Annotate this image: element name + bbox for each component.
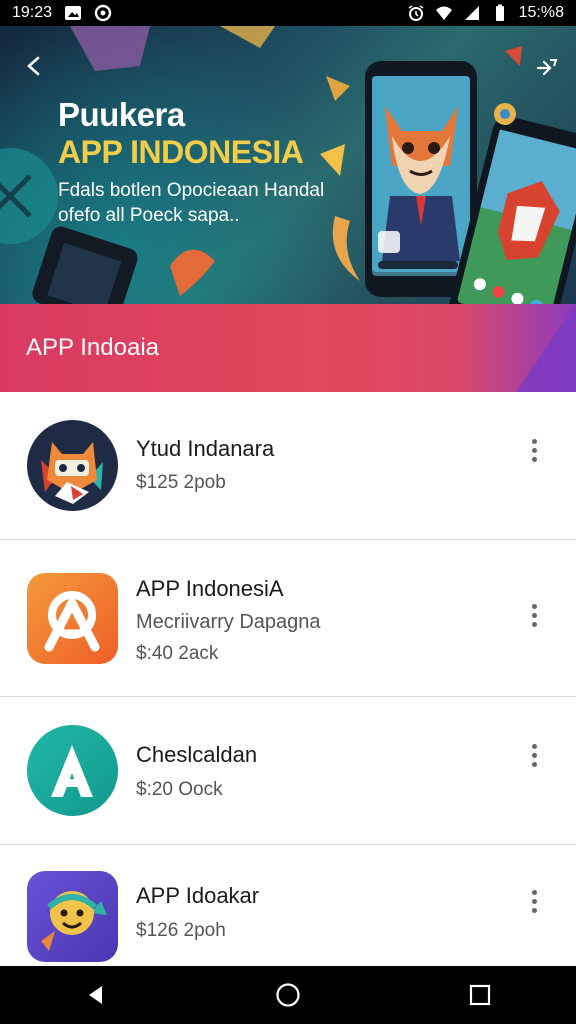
app-price: $126 2poh — [136, 920, 226, 941]
banner-subtitle: Fdals botlen Opocieaan Handal ofefo all … — [58, 180, 325, 226]
status-time-left: 19:23 — [12, 4, 53, 21]
section-header: APP Indoaia — [0, 304, 576, 392]
battery-icon — [491, 4, 509, 22]
more-vert-icon — [531, 603, 537, 609]
more-vert-icon — [531, 438, 537, 444]
app-name: APP Idoakar — [136, 883, 260, 908]
signal-icon — [463, 4, 481, 22]
share-icon — [536, 59, 558, 76]
smiley-app-icon[interactable] — [27, 871, 118, 962]
more-options-button[interactable] — [522, 881, 546, 921]
list-item[interactable]: APP IndonesiA Mecriivarry Dapagna $:40 2… — [0, 540, 576, 697]
a-letter-teal-icon[interactable] — [27, 725, 118, 816]
banner-title: Puukera — [58, 96, 185, 133]
wifi-icon — [435, 4, 453, 22]
back-button[interactable] — [18, 50, 50, 82]
alarm-icon — [407, 4, 425, 22]
navigation-bar — [0, 966, 576, 1024]
image-notification-icon — [64, 4, 82, 22]
more-vert-icon — [531, 743, 537, 749]
list-item[interactable]: Cheslcaldan $:20 Oock — [0, 697, 576, 845]
app-name: APP IndonesiA — [136, 576, 284, 601]
nav-recents-button[interactable] — [456, 971, 504, 1019]
chevron-left-icon — [27, 56, 40, 76]
more-options-button[interactable] — [522, 735, 546, 775]
app-price: $:40 2ack — [136, 643, 219, 664]
share-button[interactable] — [530, 52, 562, 84]
more-vert-icon — [531, 889, 537, 895]
a-letter-orange-icon[interactable] — [27, 573, 118, 664]
status-bar: 19:23 15:%8 — [0, 0, 576, 26]
list-item[interactable]: APP Idoakar $126 2poh — [0, 845, 576, 970]
fox-app-icon[interactable] — [27, 420, 118, 511]
status-time-right: 15:%8 — [518, 4, 564, 21]
app-name: Ytud Indanara — [136, 436, 275, 461]
sync-icon — [94, 4, 112, 22]
app-price: $125 2pob — [136, 472, 226, 493]
app-price: $:20 Oock — [136, 779, 223, 800]
app-name: Cheslcaldan — [136, 742, 258, 767]
list-item[interactable]: Ytud Indanara $125 2pob — [0, 392, 576, 540]
section-title: APP Indoaia — [26, 334, 159, 361]
more-options-button[interactable] — [522, 430, 546, 470]
section-corner-decoration — [516, 304, 576, 392]
back-icon — [89, 986, 102, 1004]
nav-home-button[interactable] — [264, 971, 312, 1019]
app-list: Ytud Indanara $125 2pob APP IndonesiA Me… — [0, 392, 576, 970]
home-icon — [276, 983, 300, 1007]
app-description: Mecriivarry Dapagna — [136, 611, 321, 633]
more-options-button[interactable] — [522, 595, 546, 635]
recents-icon — [469, 984, 491, 1006]
nav-back-button[interactable] — [72, 971, 120, 1019]
hero-banner: Puukera APP INDONESIA Fdals botlen Opoci… — [0, 26, 576, 304]
banner-headline: APP INDONESIA — [58, 134, 304, 170]
